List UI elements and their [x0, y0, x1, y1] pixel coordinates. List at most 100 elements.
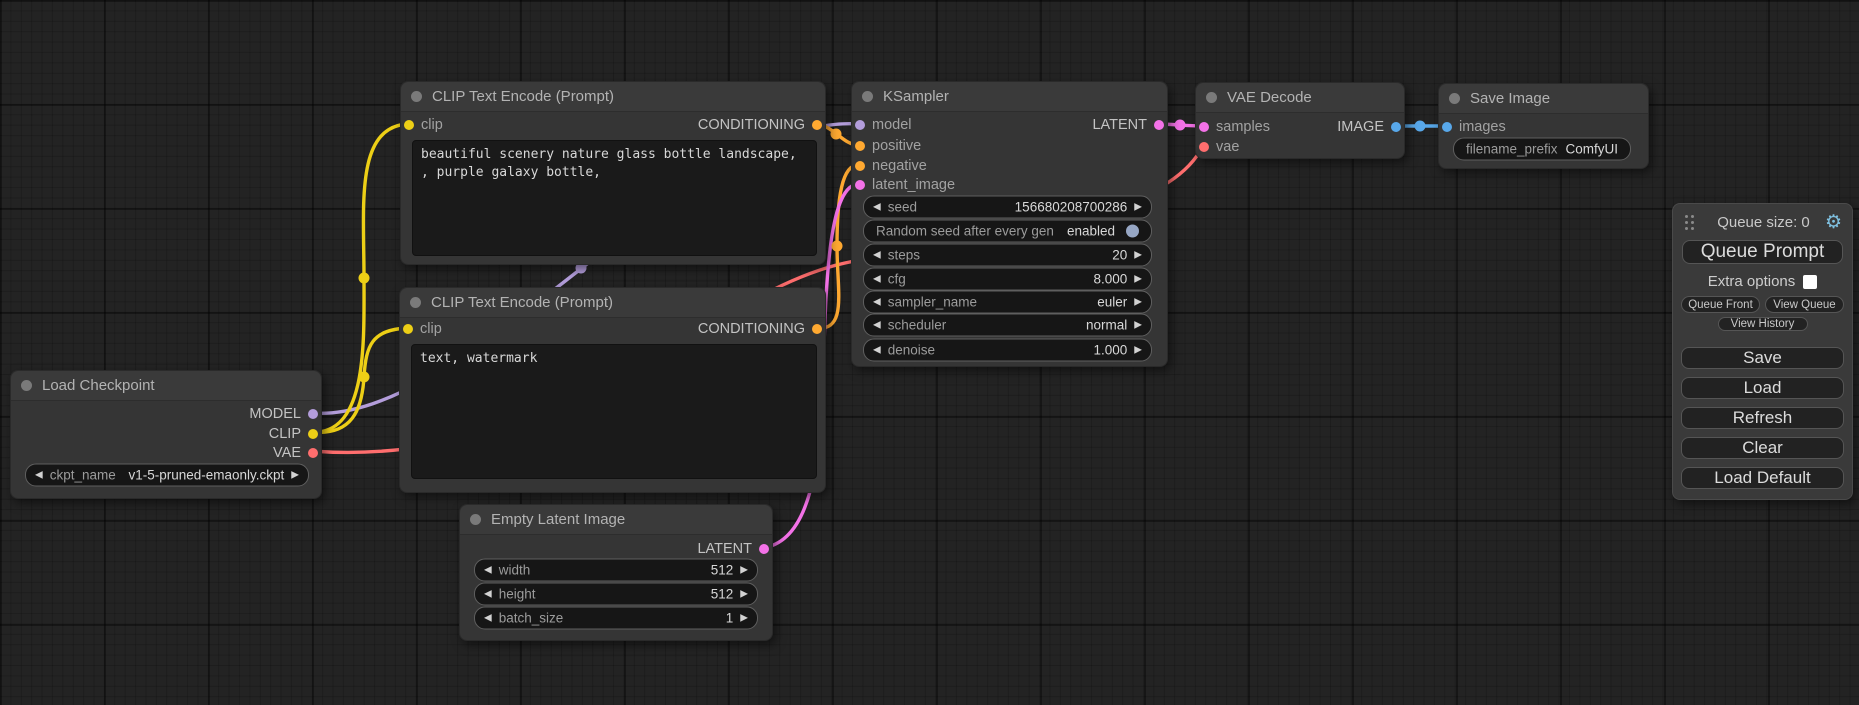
input-slot-samples[interactable]: samples: [1199, 119, 1270, 135]
collapse-dot-icon[interactable]: [410, 297, 421, 308]
collapse-dot-icon[interactable]: [21, 380, 32, 391]
decrement-arrow-icon[interactable]: ◀: [484, 613, 492, 623]
increment-arrow-icon[interactable]: ▶: [740, 589, 748, 599]
node-load-checkpoint[interactable]: Load Checkpoint MODEL CLIP VAE ◀ ckpt_na…: [10, 370, 322, 499]
output-slot-latent[interactable]: LATENT: [697, 541, 769, 557]
decrement-arrow-icon[interactable]: ◀: [484, 589, 492, 599]
collapse-dot-icon[interactable]: [411, 91, 422, 102]
output-slot-vae[interactable]: VAE: [273, 445, 318, 461]
decrement-arrow-icon[interactable]: ◀: [484, 565, 492, 575]
latent-output-dot[interactable]: [1154, 120, 1164, 130]
node-titlebar[interactable]: Save Image: [1439, 84, 1648, 114]
increment-arrow-icon[interactable]: ▶: [1134, 345, 1142, 355]
input-slot-vae[interactable]: vae: [1199, 139, 1239, 155]
positive-prompt-textarea[interactable]: beautiful scenery nature glass bottle la…: [412, 140, 817, 256]
decrement-arrow-icon[interactable]: ◀: [873, 297, 881, 307]
steps-widget[interactable]: ◀ steps 20 ▶: [863, 244, 1152, 267]
random-seed-widget[interactable]: Random seed after every gen enabled: [863, 220, 1152, 243]
output-slot-image[interactable]: IMAGE: [1337, 119, 1401, 135]
decrement-arrow-icon[interactable]: ◀: [873, 320, 881, 330]
collapse-dot-icon[interactable]: [862, 91, 873, 102]
decrement-arrow-icon[interactable]: ◀: [35, 470, 43, 480]
node-save-image[interactable]: Save Image images filename_prefix ComfyU…: [1438, 83, 1649, 169]
load-button[interactable]: Load: [1681, 377, 1844, 399]
ckpt-name-widget[interactable]: ◀ ckpt_name v1-5-pruned-emaonly.ckpt ▶: [25, 464, 309, 487]
increment-arrow-icon[interactable]: ▶: [740, 565, 748, 575]
save-button[interactable]: Save: [1681, 347, 1844, 369]
conditioning-output-dot[interactable]: [812, 324, 822, 334]
conditioning-output-dot[interactable]: [812, 120, 822, 130]
node-empty-latent-image[interactable]: Empty Latent Image LATENT ◀ width 512 ▶ …: [459, 504, 773, 641]
output-slot-model[interactable]: MODEL: [249, 406, 318, 422]
node-titlebar[interactable]: Load Checkpoint: [11, 371, 321, 401]
decrement-arrow-icon[interactable]: ◀: [873, 250, 881, 260]
input-slot-clip[interactable]: clip: [403, 321, 442, 337]
decrement-arrow-icon[interactable]: ◀: [873, 345, 881, 355]
node-clip-text-encode-positive[interactable]: CLIP Text Encode (Prompt) clip CONDITION…: [400, 81, 826, 265]
refresh-button[interactable]: Refresh: [1681, 407, 1844, 429]
clip-output-dot[interactable]: [308, 429, 318, 439]
collapse-dot-icon[interactable]: [470, 514, 481, 525]
output-slot-latent[interactable]: LATENT: [1092, 117, 1164, 133]
view-history-button[interactable]: View History: [1718, 317, 1808, 331]
output-slot-conditioning[interactable]: CONDITIONING: [698, 117, 822, 133]
gear-icon[interactable]: ⚙: [1825, 213, 1842, 232]
queue-front-button[interactable]: Queue Front: [1681, 296, 1760, 313]
negative-prompt-textarea[interactable]: text, watermark: [411, 344, 817, 479]
vae-output-dot[interactable]: [308, 448, 318, 458]
clip-input-dot[interactable]: [403, 324, 413, 334]
increment-arrow-icon[interactable]: ▶: [291, 470, 299, 480]
node-titlebar[interactable]: KSampler: [852, 82, 1167, 112]
increment-arrow-icon[interactable]: ▶: [1134, 250, 1142, 260]
clear-button[interactable]: Clear: [1681, 437, 1844, 459]
view-queue-button[interactable]: View Queue: [1765, 296, 1844, 313]
seed-widget[interactable]: ◀ seed 156680208700286 ▶: [863, 196, 1152, 219]
decrement-arrow-icon[interactable]: ◀: [873, 202, 881, 212]
filename-prefix-widget[interactable]: filename_prefix ComfyUI: [1453, 138, 1631, 161]
input-slot-negative[interactable]: negative: [855, 158, 927, 174]
input-slot-images[interactable]: images: [1442, 119, 1506, 135]
increment-arrow-icon[interactable]: ▶: [740, 613, 748, 623]
node-clip-text-encode-negative[interactable]: CLIP Text Encode (Prompt) clip CONDITION…: [399, 287, 826, 493]
image-output-dot[interactable]: [1391, 122, 1401, 132]
extra-options-checkbox[interactable]: [1803, 275, 1817, 289]
sampler-name-widget[interactable]: ◀ sampler_name euler ▶: [863, 291, 1152, 314]
node-titlebar[interactable]: Empty Latent Image: [460, 505, 772, 535]
increment-arrow-icon[interactable]: ▶: [1134, 297, 1142, 307]
output-slot-conditioning[interactable]: CONDITIONING: [698, 321, 822, 337]
batch-size-widget[interactable]: ◀ batch_size 1 ▶: [474, 607, 758, 630]
collapse-dot-icon[interactable]: [1449, 93, 1460, 104]
scheduler-widget[interactable]: ◀ scheduler normal ▶: [863, 314, 1152, 337]
increment-arrow-icon[interactable]: ▶: [1134, 274, 1142, 284]
increment-arrow-icon[interactable]: ▶: [1134, 202, 1142, 212]
drag-handle-icon[interactable]: [1685, 215, 1688, 218]
decrement-arrow-icon[interactable]: ◀: [873, 274, 881, 284]
clip-input-dot[interactable]: [404, 120, 414, 130]
model-input-dot[interactable]: [855, 120, 865, 130]
input-slot-positive[interactable]: positive: [855, 138, 921, 154]
positive-input-dot[interactable]: [855, 141, 865, 151]
samples-input-dot[interactable]: [1199, 122, 1209, 132]
model-output-dot[interactable]: [308, 409, 318, 419]
height-widget[interactable]: ◀ height 512 ▶: [474, 583, 758, 606]
node-titlebar[interactable]: VAE Decode: [1196, 83, 1404, 113]
latent-output-dot[interactable]: [759, 544, 769, 554]
queue-prompt-button[interactable]: Queue Prompt: [1682, 240, 1843, 264]
images-input-dot[interactable]: [1442, 122, 1452, 132]
input-slot-clip[interactable]: clip: [404, 117, 443, 133]
node-graph-canvas[interactable]: Load Checkpoint MODEL CLIP VAE ◀ ckpt_na…: [0, 0, 1859, 705]
toggle-icon[interactable]: [1126, 225, 1139, 238]
cfg-widget[interactable]: ◀ cfg 8.000 ▶: [863, 268, 1152, 291]
load-default-button[interactable]: Load Default: [1681, 467, 1844, 489]
node-ksampler[interactable]: KSampler model positive negative latent_…: [851, 81, 1168, 367]
increment-arrow-icon[interactable]: ▶: [1134, 320, 1142, 330]
width-widget[interactable]: ◀ width 512 ▶: [474, 559, 758, 582]
vae-input-dot[interactable]: [1199, 142, 1209, 152]
node-vae-decode[interactable]: VAE Decode samples vae IMAGE: [1195, 82, 1405, 159]
node-titlebar[interactable]: CLIP Text Encode (Prompt): [400, 288, 825, 318]
negative-input-dot[interactable]: [855, 161, 865, 171]
latent-input-dot[interactable]: [855, 180, 865, 190]
output-slot-clip[interactable]: CLIP: [269, 426, 318, 442]
node-titlebar[interactable]: CLIP Text Encode (Prompt): [401, 82, 825, 112]
collapse-dot-icon[interactable]: [1206, 92, 1217, 103]
